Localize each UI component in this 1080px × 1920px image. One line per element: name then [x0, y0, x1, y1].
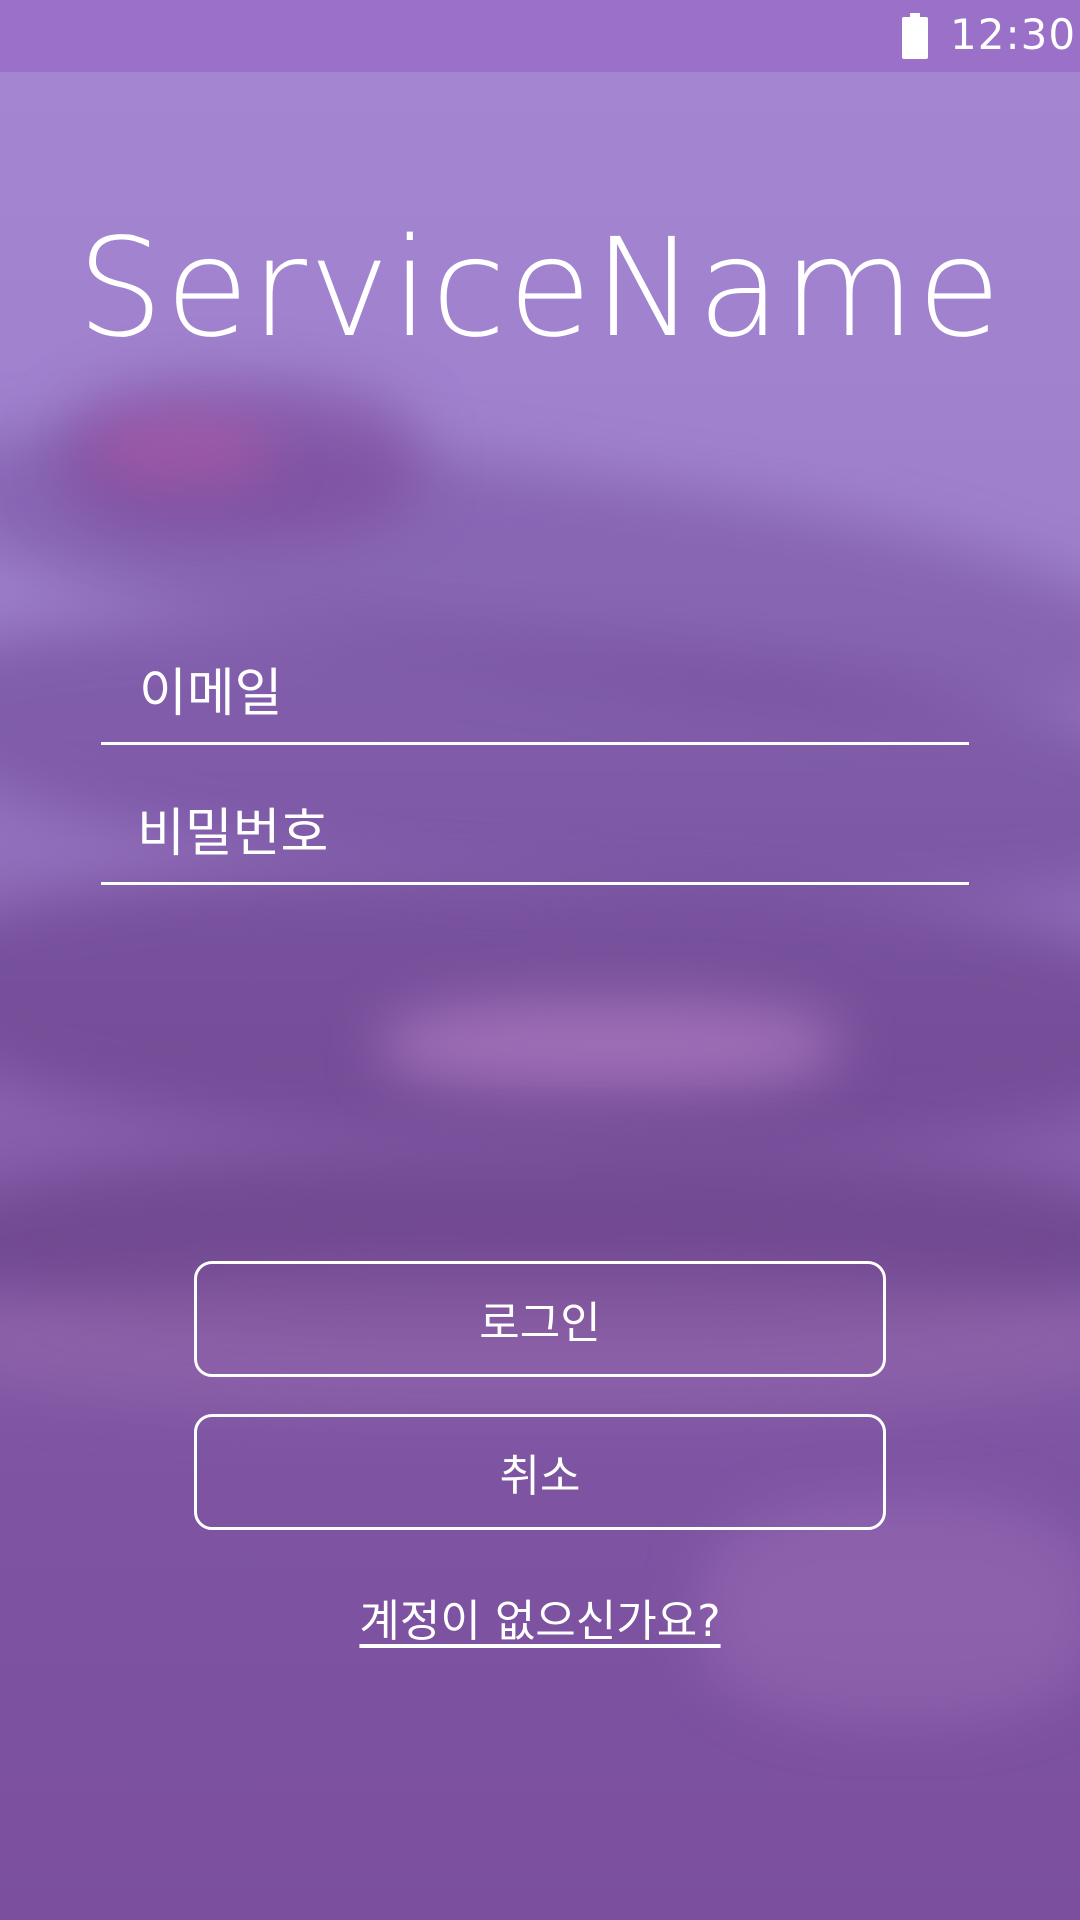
login-screen: 12:30 ServiceName 로그인 취소 계정이 없으신가요? [0, 0, 1080, 1920]
password-field-container [101, 762, 969, 885]
email-field[interactable] [101, 664, 969, 742]
battery-icon [902, 13, 928, 59]
email-field-container [101, 622, 969, 745]
service-name-title: ServiceName [77, 210, 1003, 368]
signup-link-container: 계정이 없으신가요? [0, 1585, 1080, 1649]
status-bar: 12:30 [0, 0, 1080, 72]
status-clock: 12:30 [950, 10, 1077, 59]
cancel-button[interactable]: 취소 [194, 1414, 886, 1530]
signup-link[interactable]: 계정이 없으신가요? [359, 1596, 720, 1647]
login-button[interactable]: 로그인 [194, 1261, 886, 1377]
password-field[interactable] [101, 804, 969, 882]
